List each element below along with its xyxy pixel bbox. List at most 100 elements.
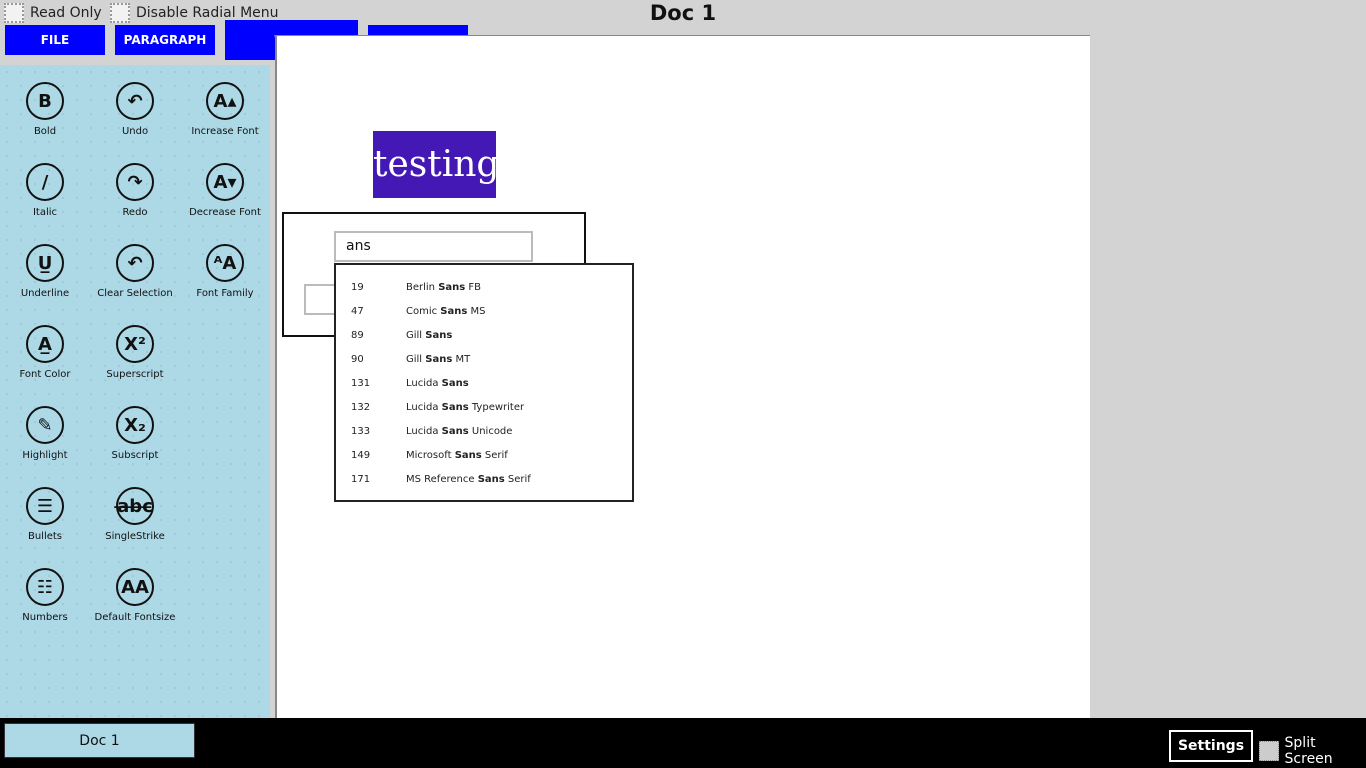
strikethrough-icon: a̶b̶c̶ (116, 487, 154, 525)
name-match: Sans (441, 377, 469, 389)
name-match: Sans (425, 353, 453, 365)
document-tab[interactable]: Doc 1 (4, 723, 195, 758)
selected-text[interactable]: testing (373, 131, 496, 198)
tool-label: Italic (32, 207, 58, 218)
name-prefix: Gill (406, 329, 426, 341)
font-index: 89 (351, 329, 364, 341)
text-tools-panel: B Bold ↶ Undo A▴ Increase Font / Italic ↷ Redo A▾ D… (0, 65, 270, 718)
tool-label: Font Color (19, 369, 71, 380)
tool-label: Underline (20, 288, 70, 299)
clear-selection-icon: ↶ (116, 244, 154, 282)
tool-font-color[interactable]: A̲ Font Color (0, 325, 90, 380)
tool-label: Default Fontsize (94, 612, 176, 623)
document-title: Doc 1 (649, 1, 717, 25)
tab-paragraph[interactable]: PARAGRAPH (115, 25, 215, 55)
tool-increase-font[interactable]: A▴ Increase Font (180, 82, 270, 137)
font-name: Lucida Sans (406, 378, 469, 389)
font-family-icon: ᴬA (206, 244, 244, 282)
font-result-item[interactable]: 132 Lucida Sans Typewriter (336, 395, 632, 419)
font-index: 19 (351, 281, 364, 293)
font-index: 132 (351, 401, 371, 413)
underline-icon: U̲ (26, 244, 64, 282)
tool-label: Clear Selection (97, 288, 173, 299)
bottom-bar: Doc 1 Settings Split Screen (0, 718, 1366, 768)
name-suffix: MT (452, 353, 471, 365)
tool-undo[interactable]: ↶ Undo (90, 82, 180, 137)
tool-numbers[interactable]: ☷ Numbers (0, 568, 90, 623)
default-fontsize-icon: AA (116, 568, 154, 606)
tool-font-family[interactable]: ᴬA Font Family (180, 244, 270, 299)
redo-icon: ↷ (116, 163, 154, 201)
split-screen-checkbox[interactable]: Split Screen (1259, 735, 1366, 767)
name-suffix: FB (465, 281, 482, 293)
font-result-item[interactable]: 131 Lucida Sans (336, 371, 632, 395)
tool-subscript[interactable]: X₂ Subscript (90, 406, 180, 461)
font-name: Lucida Sans Typewriter (406, 402, 524, 413)
name-suffix: Unicode (468, 425, 513, 437)
tool-bullets[interactable]: ☰ Bullets (0, 487, 90, 542)
font-name: MS Reference Sans Serif (406, 474, 531, 485)
highlight-icon: ✎ (26, 406, 64, 444)
bullets-icon: ☰ (26, 487, 64, 525)
tool-label: Superscript (106, 369, 164, 380)
superscript-icon: X² (116, 325, 154, 363)
settings-button[interactable]: Settings (1169, 730, 1253, 762)
tool-label: Increase Font (191, 126, 259, 137)
tool-label: SingleStrike (105, 531, 165, 542)
font-results-list[interactable]: 19 Berlin Sans FB 47 Comic Sans MS 89 Gill Sa… (334, 263, 634, 502)
tool-label: Redo (122, 207, 148, 218)
name-match: Sans (454, 449, 482, 461)
font-name: Lucida Sans Unicode (406, 426, 512, 437)
font-result-item[interactable]: 133 Lucida Sans Unicode (336, 419, 632, 443)
font-result-item[interactable]: 89 Gill Sans (336, 323, 632, 347)
font-name: Gill Sans MT (406, 354, 470, 365)
tool-label: Bold (33, 126, 57, 137)
name-prefix: Gill (406, 353, 426, 365)
name-suffix: Typewriter (468, 401, 525, 413)
tool-label: Highlight (22, 450, 68, 461)
font-index: 47 (351, 305, 364, 317)
font-index: 131 (351, 377, 371, 389)
name-match: Sans (477, 473, 505, 485)
name-prefix: Berlin (406, 281, 439, 293)
tool-clear-selection[interactable]: ↶ Clear Selection (90, 244, 180, 299)
name-prefix: Lucida (406, 425, 442, 437)
tool-underline[interactable]: U̲ Underline (0, 244, 90, 299)
tool-singlestrike[interactable]: a̶b̶c̶ SingleStrike (90, 487, 180, 542)
tool-superscript[interactable]: X² Superscript (90, 325, 180, 380)
tool-default-fontsize[interactable]: AA Default Fontsize (90, 568, 180, 623)
name-suffix: Serif (504, 473, 531, 485)
font-search-input[interactable]: ans (334, 231, 533, 262)
document-page[interactable]: testing ans 19 Berlin Sans FB 47 Comic Sans… (275, 35, 1090, 718)
tool-bold[interactable]: B Bold (0, 82, 90, 137)
split-screen-label: Split Screen (1284, 735, 1333, 767)
tool-label: Numbers (22, 612, 68, 623)
increase-font-icon: A▴ (206, 82, 244, 120)
tool-decrease-font[interactable]: A▾ Decrease Font (180, 163, 270, 218)
subscript-icon: X₂ (116, 406, 154, 444)
tool-highlight[interactable]: ✎ Highlight (0, 406, 90, 461)
tool-italic[interactable]: / Italic (0, 163, 90, 218)
font-name: Microsoft Sans Serif (406, 450, 508, 461)
tool-redo[interactable]: ↷ Redo (90, 163, 180, 218)
font-result-item[interactable]: 90 Gill Sans MT (336, 347, 632, 371)
tool-label: Bullets (27, 531, 63, 542)
name-prefix: MS Reference (406, 473, 478, 485)
name-prefix: Comic (406, 305, 441, 317)
checkbox-box[interactable] (1259, 741, 1279, 761)
font-name: Berlin Sans FB (406, 282, 481, 293)
font-index: 171 (351, 473, 371, 485)
font-result-item[interactable]: 47 Comic Sans MS (336, 299, 632, 323)
italic-icon: / (26, 163, 64, 201)
font-result-item[interactable]: 19 Berlin Sans FB (336, 275, 632, 299)
font-index: 149 (351, 449, 371, 461)
tool-label: Subscript (111, 450, 159, 461)
decrease-font-icon: A▾ (206, 163, 244, 201)
font-result-item[interactable]: 171 MS Reference Sans Serif (336, 467, 632, 491)
tool-label: Decrease Font (189, 207, 261, 218)
name-suffix: Serif (481, 449, 508, 461)
tab-file[interactable]: FILE (5, 25, 105, 55)
font-result-item[interactable]: 149 Microsoft Sans Serif (336, 443, 632, 467)
name-match: Sans (438, 281, 466, 293)
name-prefix: Microsoft (406, 449, 455, 461)
